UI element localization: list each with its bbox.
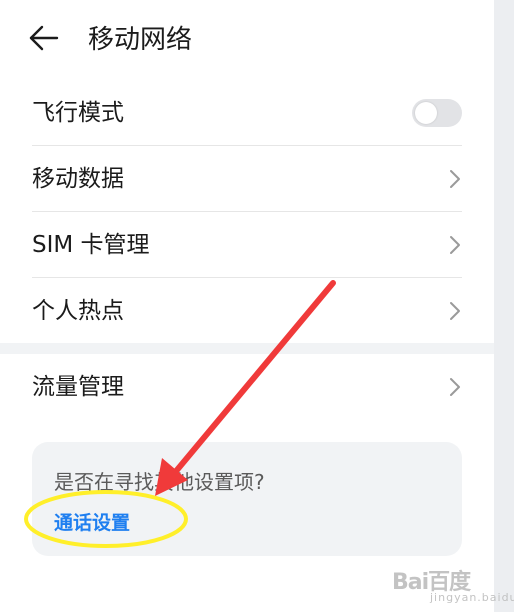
arrow-left-icon (29, 25, 59, 55)
airplane-mode-toggle[interactable] (412, 99, 462, 127)
chevron-right-icon (448, 376, 462, 398)
settings-item-label: 移动数据 (32, 166, 124, 192)
chevron-right-icon (448, 234, 462, 256)
back-button[interactable] (22, 20, 66, 60)
settings-item-label: 流量管理 (32, 374, 124, 400)
settings-item-airplane-mode[interactable]: 飞行模式 (32, 80, 462, 146)
call-settings-link[interactable]: 通话设置 (54, 509, 130, 537)
suggestion-question: 是否在寻找其他设置项? (54, 470, 265, 494)
settings-item-label: 个人热点 (32, 298, 124, 324)
settings-item-data-usage[interactable]: 流量管理 (32, 354, 462, 420)
chevron-right-icon (448, 300, 462, 322)
toggle-knob (415, 102, 437, 124)
settings-item-label: 飞行模式 (32, 100, 124, 126)
mobile-network-page: 移动网络 飞行模式 移动数据 SIM 卡管理 个人热点 流量管理 是否在寻找其他… (0, 0, 494, 612)
settings-item-sim-management[interactable]: SIM 卡管理 (32, 212, 462, 278)
page-title: 移动网络 (88, 25, 193, 55)
chevron-right-icon (448, 168, 462, 190)
scroll-edge (494, 0, 514, 612)
suggestion-card: 是否在寻找其他设置项? 通话设置 (32, 442, 462, 556)
settings-item-personal-hotspot[interactable]: 个人热点 (32, 278, 462, 344)
settings-item-label: SIM 卡管理 (32, 232, 150, 258)
screen: 移动网络 飞行模式 移动数据 SIM 卡管理 个人热点 流量管理 是否在寻找其他… (0, 0, 514, 612)
settings-item-mobile-data[interactable]: 移动数据 (32, 146, 462, 212)
section-gap (0, 343, 494, 354)
baidu-watermark-url: jingyan.baidu.com (430, 591, 514, 604)
header: 移动网络 (0, 0, 494, 80)
